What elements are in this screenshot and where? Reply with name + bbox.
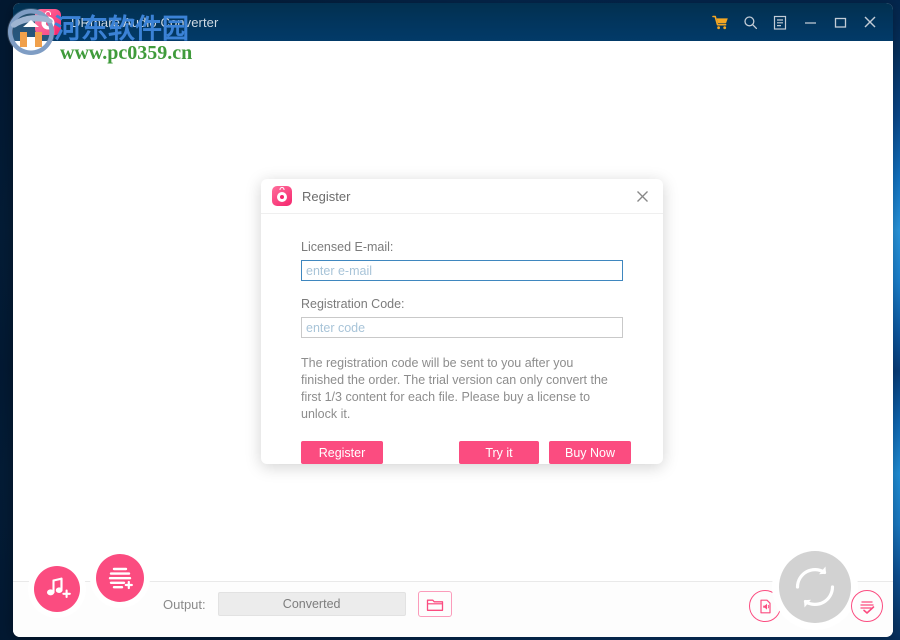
search-icon[interactable] bbox=[735, 7, 765, 37]
dialog-header[interactable]: Register bbox=[261, 179, 663, 214]
folder-icon[interactable] bbox=[417, 591, 452, 617]
register-button[interactable]: Register bbox=[301, 441, 383, 464]
close-icon[interactable] bbox=[631, 185, 653, 207]
convert-refresh-icon[interactable] bbox=[779, 551, 851, 623]
minimize-icon[interactable] bbox=[795, 7, 825, 37]
checked-list-icon[interactable] bbox=[851, 590, 883, 622]
licensed-email-input[interactable] bbox=[301, 260, 623, 281]
registration-code-label: Registration Code: bbox=[301, 297, 405, 311]
close-icon[interactable] bbox=[855, 7, 885, 37]
window-title: DRmare Audio Converter bbox=[71, 14, 219, 30]
add-audio-button[interactable] bbox=[34, 566, 80, 612]
bottom-toolbar: Output: Converted bbox=[13, 551, 893, 637]
music-note-plus-icon bbox=[47, 577, 71, 599]
title-bar[interactable]: DRmare Audio Converter bbox=[13, 3, 893, 41]
licensed-email-label: Licensed E-mail: bbox=[301, 240, 394, 254]
buy-now-button[interactable]: Buy Now bbox=[549, 441, 631, 464]
output-row: Output: Converted bbox=[163, 591, 452, 617]
playlist-plus-icon bbox=[108, 567, 133, 590]
audio-record-icon bbox=[35, 9, 61, 35]
window-controls bbox=[705, 7, 893, 37]
registration-code-input[interactable] bbox=[301, 317, 623, 338]
dialog-title: Register bbox=[302, 188, 351, 204]
registration-note: The registration code will be sent to yo… bbox=[301, 356, 608, 421]
audio-record-icon bbox=[272, 186, 292, 206]
try-it-button[interactable]: Try it bbox=[459, 441, 539, 464]
maximize-icon[interactable] bbox=[825, 7, 855, 37]
cart-icon[interactable] bbox=[705, 7, 735, 37]
register-dialog: Register Licensed E-mail: Registration C… bbox=[261, 179, 663, 464]
audio-record-icon-ring bbox=[41, 16, 55, 30]
add-list-button[interactable] bbox=[96, 554, 144, 602]
audio-record-icon-nub bbox=[279, 187, 285, 190]
audio-record-icon-nub bbox=[45, 11, 51, 15]
dialog-buttons: Register Try it Buy Now bbox=[301, 441, 631, 465]
menu-icon[interactable] bbox=[765, 7, 795, 37]
output-label: Output: bbox=[163, 596, 206, 612]
dialog-body: Licensed E-mail: Registration Code: The … bbox=[261, 214, 663, 465]
audio-record-icon-ring bbox=[277, 192, 287, 203]
output-path-field[interactable]: Converted bbox=[217, 592, 406, 616]
audio-file-icon[interactable] bbox=[749, 590, 781, 622]
application-window: DRmare Audio Converter Output: Converted… bbox=[13, 3, 893, 637]
